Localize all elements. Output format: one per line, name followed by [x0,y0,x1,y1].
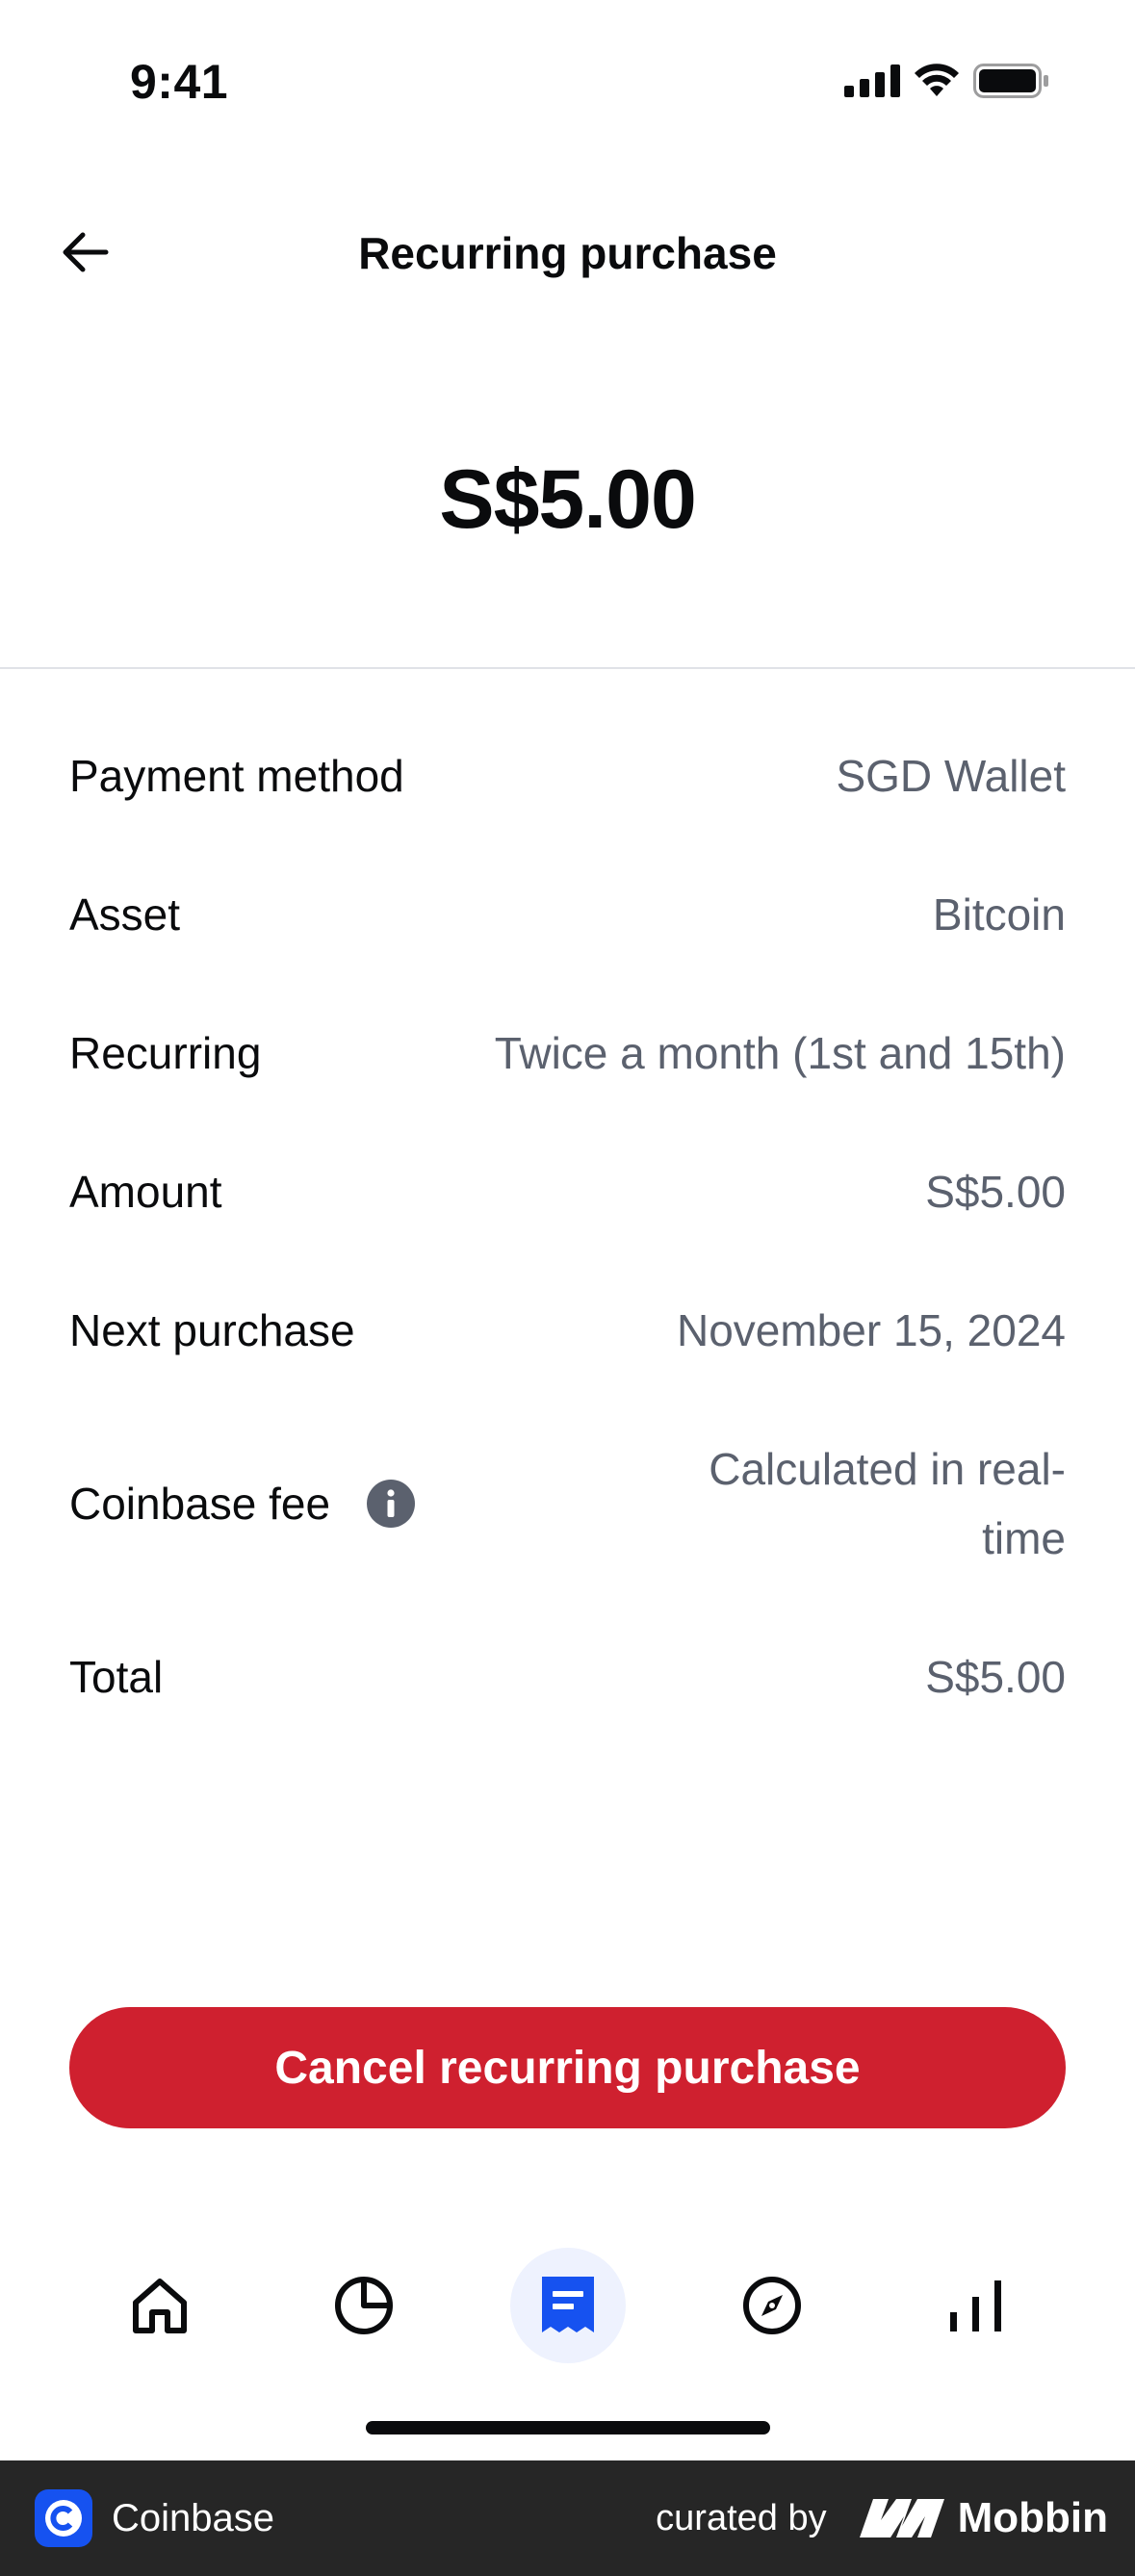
markets-chart-icon [950,2280,1001,2331]
transactions-receipt-icon [542,2277,594,2332]
portfolio-pie-icon [335,2277,393,2334]
detail-label: Next purchase [69,1305,355,1355]
wifi-icon [915,64,959,96]
detail-row-coinbase-fee: Coinbase fee Calculated in real- time [69,1434,1066,1573]
detail-row-amount: Amount S$5.00 [69,1157,1066,1226]
detail-value: Bitcoin [932,889,1066,940]
tab-markets[interactable] [918,2248,1034,2363]
home-icon [133,2279,187,2333]
info-icon[interactable] [367,1480,416,1528]
coinbase-logo-icon [35,2489,92,2547]
detail-row-total: Total S$5.00 [69,1642,1066,1712]
detail-label: Amount [69,1167,222,1217]
page-title: Recurring purchase [358,228,777,278]
detail-row-next-purchase: Next purchase November 15, 2024 [69,1296,1066,1365]
detail-label: Recurring [69,1028,262,1078]
detail-row-asset: Asset Bitcoin [69,880,1066,949]
detail-value: Twice a month (1st and 15th) [494,1028,1066,1078]
mobbin-logo-icon [859,2499,944,2537]
divider [0,667,1135,669]
home-indicator [366,2421,770,2434]
bottom-tab-bar [0,2243,1135,2368]
status-bar: 9:41 [0,0,1135,168]
footer-credit: curated by Mobbin [656,2494,1108,2542]
detail-label: Coinbase fee [69,1479,331,1529]
footer-bar: Coinbase curated by Mobbin [0,2460,1135,2576]
detail-label: Asset [69,889,181,940]
battery-icon [973,64,1048,98]
footer-app-name: Coinbase [112,2496,275,2539]
detail-value: Calculated in real- time [709,1434,1066,1573]
detail-label: Payment method [69,751,404,801]
detail-value-line: Calculated in real- [709,1444,1066,1494]
footer-brand: Mobbin [859,2494,1108,2542]
footer-curated-by: curated by [656,2497,827,2538]
header: Recurring purchase [0,193,1135,312]
detail-value: SGD Wallet [836,751,1066,801]
detail-value: S$5.00 [925,1652,1066,1702]
tab-portfolio[interactable] [306,2248,422,2363]
tab-transactions[interactable] [510,2248,626,2363]
detail-value: S$5.00 [925,1167,1066,1217]
explore-compass-icon [743,2277,801,2334]
cancel-recurring-purchase-button[interactable]: Cancel recurring purchase [69,2007,1066,2128]
detail-value-line: time [982,1513,1066,1563]
detail-label: Total [69,1652,164,1702]
status-icons [844,64,1050,98]
tab-explore[interactable] [714,2248,830,2363]
detail-row-payment-method: Payment method SGD Wallet [69,741,1066,811]
detail-label-wrap: Coinbase fee [69,1478,416,1530]
detail-value: November 15, 2024 [676,1305,1066,1355]
tab-home[interactable] [102,2248,218,2363]
purchase-amount: S$5.00 [439,453,697,546]
footer-app: Coinbase [35,2489,274,2547]
status-time: 9:41 [130,55,229,109]
cellular-signal-icon [844,64,900,97]
footer-brand-name: Mobbin [957,2494,1108,2541]
detail-row-recurring: Recurring Twice a month (1st and 15th) [69,1018,1066,1088]
